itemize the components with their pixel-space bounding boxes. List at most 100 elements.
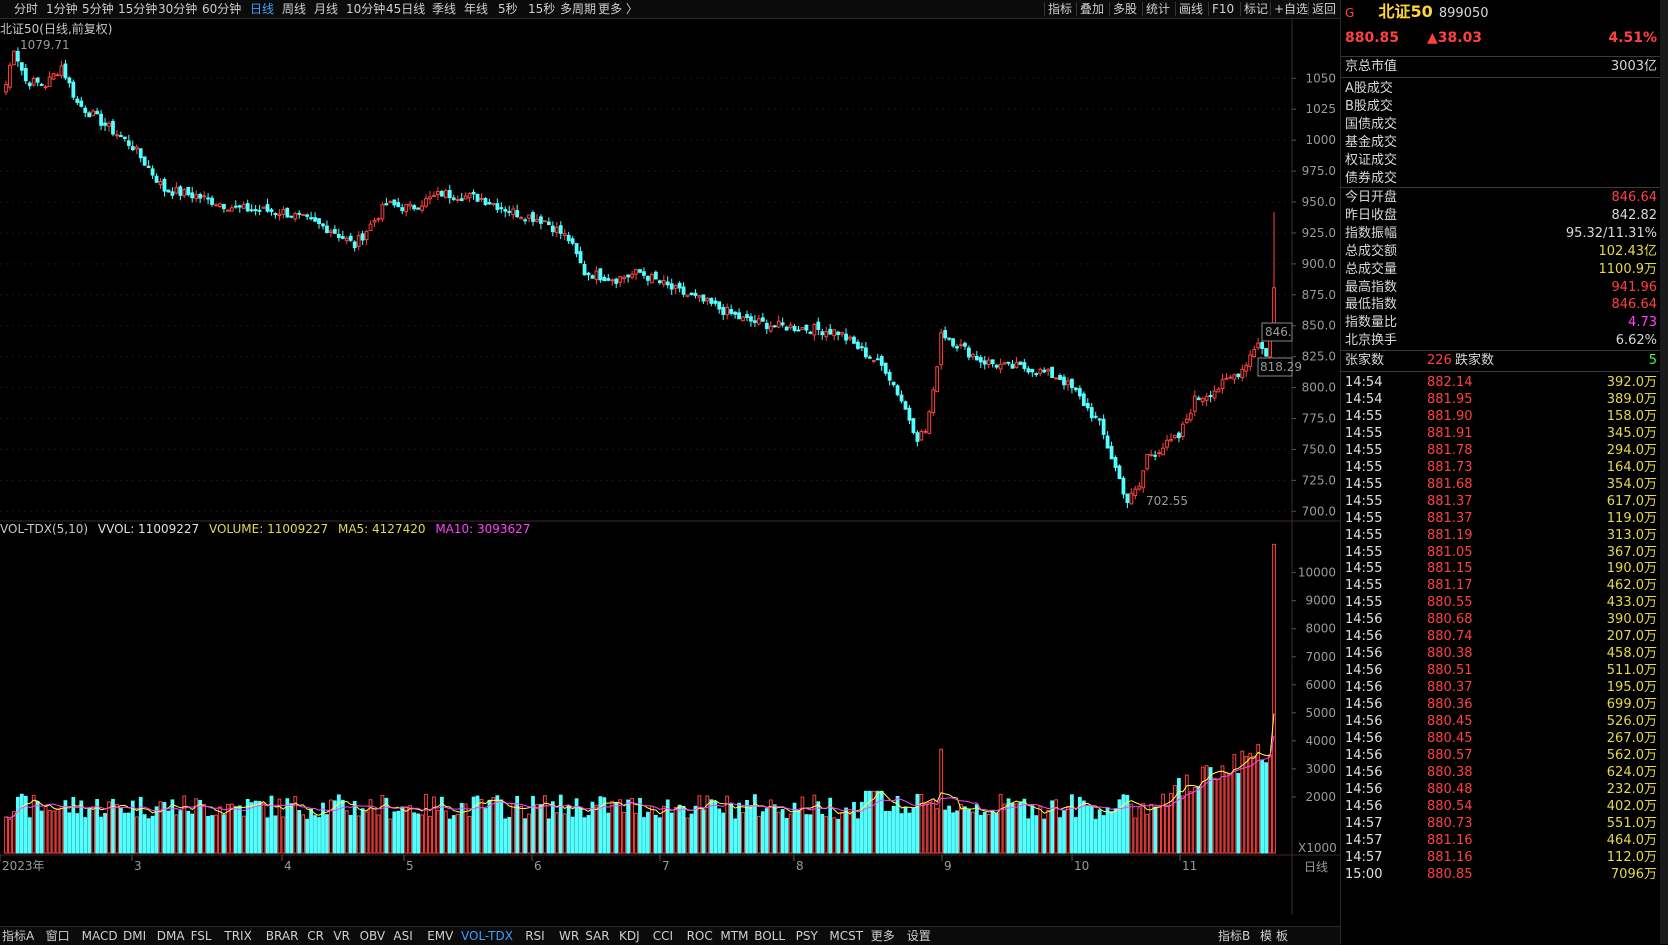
bottom-right-button[interactable]: 板	[1276, 927, 1288, 945]
period-tab[interactable]: 10分钟	[346, 0, 385, 18]
candle-body	[784, 326, 789, 331]
candle-body	[891, 381, 896, 386]
indicator-tab[interactable]: FSL	[191, 927, 212, 945]
period-tab[interactable]: 60分钟	[202, 0, 241, 18]
volume-bar	[844, 807, 848, 854]
indicator-tab[interactable]: BOLL	[754, 927, 785, 945]
volume-bar	[59, 805, 64, 854]
volume-bar	[816, 801, 821, 854]
candle-body	[515, 210, 520, 218]
kline-chart-area[interactable]: 1050 1025 1000 975.0 950.0 925.0 900.0 875.0 850…	[0, 19, 1340, 915]
period-tab[interactable]: 多周期	[560, 0, 596, 18]
period-tab[interactable]: 月线	[314, 0, 338, 18]
volume-bar	[439, 796, 444, 854]
indicator-tab[interactable]: OBV	[360, 927, 386, 945]
toolbar-tool-button[interactable]: 画线	[1179, 0, 1203, 18]
toolbar-tool-button[interactable]: 标记	[1244, 0, 1268, 18]
stat-row: 最高指数 941.96	[1345, 279, 1657, 297]
tick-price: 881.73	[1427, 459, 1473, 475]
indicator-tab[interactable]: DMI	[123, 927, 146, 945]
toolbar-tool-button[interactable]: +自选	[1274, 0, 1308, 18]
indicator-tab[interactable]: SAR	[585, 927, 609, 945]
volume-bar	[198, 799, 203, 854]
period-tab[interactable]: 1分钟	[46, 0, 78, 18]
period-tab[interactable]: 季线	[432, 0, 456, 18]
period-tab[interactable]: 周线	[282, 0, 306, 18]
self-select-flag[interactable]: G	[1345, 6, 1354, 20]
indicator-tab[interactable]: KDJ	[619, 927, 640, 945]
x-axis-month-label: 6	[534, 859, 542, 873]
period-tab[interactable]: 分时	[14, 0, 38, 18]
indicator-tab[interactable]: ASI	[393, 927, 412, 945]
candle-body	[95, 110, 100, 115]
bottom-right-button[interactable]: 指标B	[1218, 927, 1250, 945]
indicator-tab[interactable]: TRIX	[224, 927, 251, 945]
toolbar-tool-button[interactable]: 叠加	[1080, 0, 1104, 18]
indicator-tab[interactable]: RSI	[525, 927, 545, 945]
tick-row: 14:56 880.45 526.0万	[1345, 713, 1657, 730]
indicator-tab[interactable]: EMV	[427, 927, 453, 945]
candle-body	[1093, 415, 1098, 418]
indicator-tab[interactable]: 更多	[871, 927, 895, 945]
stat-label: 指数量比	[1345, 315, 1398, 331]
period-tab[interactable]: 日线	[250, 0, 274, 18]
period-tab[interactable]: 45日线	[386, 0, 425, 18]
indicator-tab[interactable]: BRAR	[266, 927, 299, 945]
candle-body	[602, 276, 607, 282]
tick-volume: 313.0万	[1606, 527, 1657, 543]
indicator-tab[interactable]: 指标A	[2, 927, 34, 945]
trade-category-label: 基金成交	[1345, 135, 1398, 150]
period-tab[interactable]: 15秒	[528, 0, 555, 18]
period-tab[interactable]: 15分钟	[118, 0, 157, 18]
tick-volume: 389.0万	[1606, 391, 1657, 407]
period-tab[interactable]: 5秒	[498, 0, 518, 18]
volume-bar	[1006, 798, 1011, 854]
indicator-tab[interactable]: ROC	[687, 927, 713, 945]
volume-bar	[903, 806, 908, 854]
period-tab[interactable]: 5分钟	[82, 0, 114, 18]
indicator-tab[interactable]: 设置	[907, 927, 931, 945]
toolbar-tool-button[interactable]: 返回	[1312, 0, 1336, 18]
volume-bar	[376, 814, 381, 854]
indicator-tab[interactable]: VR	[333, 927, 350, 945]
toolbar-divider	[1270, 2, 1271, 16]
period-tab[interactable]: 年线	[464, 0, 488, 18]
volume-bar	[1260, 760, 1265, 854]
indicator-tab[interactable]: DMA	[157, 927, 185, 945]
indicator-tab[interactable]: MTM	[720, 927, 748, 945]
volume-bar	[190, 813, 195, 854]
period-tab[interactable]: 30分钟	[158, 0, 197, 18]
indicator-tab[interactable]: CR	[307, 927, 324, 945]
indicator-tab[interactable]: MCST	[829, 927, 863, 945]
candle-body	[352, 241, 357, 249]
volume-bar	[202, 803, 206, 854]
kline-chart-svg[interactable]: 105010251000975.0950.0925.0900.0875.0850…	[0, 19, 1340, 915]
period-tab[interactable]: 更多 〉	[598, 0, 638, 18]
candle-body	[439, 190, 444, 197]
x-axis-month-label: 5	[406, 859, 414, 873]
toolbar-divider	[1208, 2, 1209, 16]
toolbar-tool-button[interactable]: 指标	[1048, 0, 1072, 18]
candle-body	[107, 122, 111, 127]
candle-body	[130, 146, 135, 151]
candle-body	[154, 175, 159, 183]
volume-bar	[1046, 810, 1051, 854]
toolbar-tool-button[interactable]: 多股	[1113, 0, 1137, 18]
price-y-tick-label: 725.0	[1302, 473, 1336, 487]
toolbar-tool-button[interactable]: F10	[1212, 0, 1234, 18]
indicator-tab[interactable]: PSY	[796, 927, 818, 945]
bottom-right-button[interactable]: 模	[1260, 927, 1272, 945]
market-cap-row: 京总市值 3003亿	[1345, 58, 1657, 76]
indicator-tab[interactable]: MACD	[82, 927, 118, 945]
volume-bar	[222, 814, 226, 854]
indicator-tab[interactable]: VOL-TDX	[461, 927, 513, 945]
indicator-tab[interactable]: CCI	[653, 927, 673, 945]
volume-bar	[974, 804, 979, 854]
indicator-tab[interactable]: 窗口	[46, 927, 70, 945]
last-price: 880.85	[1345, 30, 1400, 46]
indicator-tab[interactable]: WR	[559, 927, 579, 945]
panel-scrollbar[interactable]	[1660, 0, 1668, 944]
volume-bar	[978, 814, 983, 854]
toolbar-tool-button[interactable]: 统计	[1146, 0, 1170, 18]
candle-body	[138, 148, 143, 159]
